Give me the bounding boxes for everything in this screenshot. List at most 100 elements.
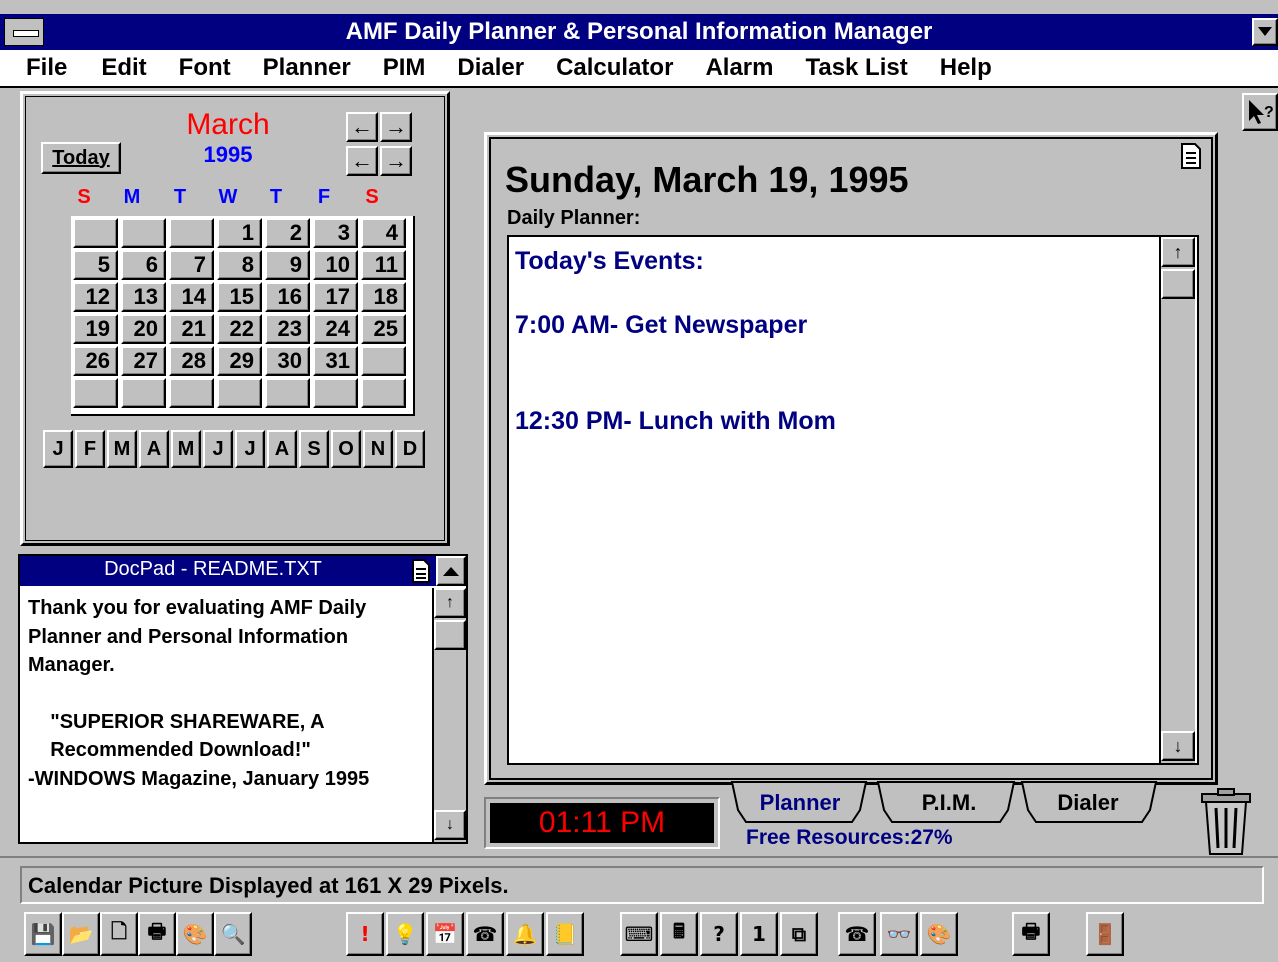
copy-pages-button[interactable]: ⧉ (780, 912, 818, 956)
tab-planner[interactable]: Planner (740, 790, 860, 816)
docpad-text[interactable]: Thank you for evaluating AMF Daily Plann… (28, 594, 432, 793)
menu-edit[interactable]: Edit (67, 54, 146, 82)
menu-help[interactable]: Help (908, 54, 992, 82)
calculator-button[interactable]: 🖩 (660, 912, 698, 956)
exit-door-button[interactable]: 🚪 (1086, 912, 1124, 956)
calendar-day[interactable]: 14 (169, 282, 214, 312)
menu-pim[interactable]: PIM (351, 54, 426, 82)
menu-calculator[interactable]: Calculator (524, 54, 673, 82)
printer2-button[interactable]: 🖶 (1012, 912, 1050, 956)
calendar-task-button[interactable]: 📅 (426, 912, 464, 956)
system-menu-button[interactable] (4, 18, 44, 46)
month-button[interactable]: N (363, 430, 393, 468)
calendar-day[interactable]: 5 (73, 250, 118, 280)
magnify-button[interactable]: 🔍 (214, 912, 252, 956)
open-folder-button[interactable]: 📂 (62, 912, 100, 956)
scroll-down-button[interactable]: ↓ (1161, 731, 1195, 761)
next-year-button[interactable]: → (380, 146, 412, 176)
calendar-day[interactable]: 18 (361, 282, 406, 312)
calendar-day[interactable]: 17 (313, 282, 358, 312)
menu-file[interactable]: File (0, 54, 67, 82)
prev-year-button[interactable]: ← (346, 146, 378, 176)
palette-button[interactable]: 🎨 (176, 912, 214, 956)
planner-text-area[interactable]: Today's Events: 7:00 AM- Get Newspaper 1… (507, 235, 1199, 765)
calendar-day[interactable]: 28 (169, 346, 214, 376)
month-button[interactable]: A (139, 430, 169, 468)
calendar-day[interactable]: 11 (361, 250, 406, 280)
calendar-day[interactable]: 15 (217, 282, 262, 312)
calendar-day[interactable]: 8 (217, 250, 262, 280)
calendar-day[interactable]: 23 (265, 314, 310, 344)
calendar-day[interactable]: 12 (73, 282, 118, 312)
month-button[interactable]: O (331, 430, 361, 468)
calendar-day[interactable]: 26 (73, 346, 118, 376)
month-button[interactable]: F (75, 430, 105, 468)
calendar-day[interactable]: 3 (313, 218, 358, 248)
calendar-day[interactable]: 1 (217, 218, 262, 248)
calendar-day[interactable]: 21 (169, 314, 214, 344)
new-document-button[interactable]: 🗋 (100, 912, 138, 956)
calendar-day[interactable]: 2 (265, 218, 310, 248)
menu-task-list[interactable]: Task List (773, 54, 907, 82)
bell-alarm-button[interactable]: 🔔 (506, 912, 544, 956)
calendar-day[interactable]: 25 (361, 314, 406, 344)
calendar-day[interactable]: 29 (217, 346, 262, 376)
calendar-day[interactable]: 7 (169, 250, 214, 280)
prev-month-button[interactable]: ← (346, 112, 378, 142)
month-button[interactable]: D (395, 430, 425, 468)
glasses-button[interactable]: 👓 (880, 912, 918, 956)
calendar-day[interactable]: 9 (265, 250, 310, 280)
menu-planner[interactable]: Planner (231, 54, 351, 82)
calendar-day[interactable]: 13 (121, 282, 166, 312)
calendar-day[interactable]: 16 (265, 282, 310, 312)
menu-font[interactable]: Font (147, 54, 231, 82)
typewriter-button[interactable]: ⌨ (620, 912, 658, 956)
tab-pim[interactable]: P.I.M. (884, 790, 1014, 816)
menu-dialer[interactable]: Dialer (425, 54, 524, 82)
month-button[interactable]: M (107, 430, 137, 468)
calendar-day[interactable]: 6 (121, 250, 166, 280)
context-help-button[interactable]: ? (1242, 93, 1278, 131)
calendar-day[interactable]: 30 (265, 346, 310, 376)
calendar-day[interactable]: 19 (73, 314, 118, 344)
today-button[interactable]: Today (41, 142, 121, 174)
calendar-day[interactable]: 27 (121, 346, 166, 376)
docpad-scrollbar[interactable]: ↑ ↓ (432, 588, 466, 842)
question-button[interactable]: ? (700, 912, 738, 956)
calendar-day[interactable]: 24 (313, 314, 358, 344)
month-button[interactable]: J (235, 430, 265, 468)
print-button[interactable]: 🖶 (138, 912, 176, 956)
scroll-up-button[interactable]: ↑ (1161, 237, 1195, 267)
month-button[interactable]: M (171, 430, 201, 468)
phone-dial-button[interactable]: ☎ (466, 912, 504, 956)
scroll-up-button[interactable]: ↑ (434, 588, 466, 618)
month-button[interactable]: J (203, 430, 233, 468)
lightbulb-button[interactable]: 💡 (386, 912, 424, 956)
phone-book-button[interactable]: 📒 (546, 912, 584, 956)
telephone-button[interactable]: ☎ (838, 912, 876, 956)
scroll-thumb[interactable] (434, 620, 466, 650)
month-button[interactable]: A (267, 430, 297, 468)
save-button[interactable]: 💾 (24, 912, 62, 956)
planner-scrollbar[interactable]: ↑ ↓ (1159, 237, 1195, 763)
calendar-day[interactable]: 10 (313, 250, 358, 280)
maximize-button[interactable] (1252, 18, 1278, 46)
month-button[interactable]: J (43, 430, 73, 468)
scroll-thumb[interactable] (1161, 269, 1195, 299)
calendar-day[interactable]: 22 (217, 314, 262, 344)
scroll-down-button[interactable]: ↓ (434, 810, 466, 840)
exclamation-button[interactable]: ! (346, 912, 384, 956)
palette2-button[interactable]: 🎨 (920, 912, 958, 956)
next-month-button[interactable]: → (380, 112, 412, 142)
notes-icon[interactable] (1181, 143, 1205, 171)
trash-can-icon[interactable] (1200, 788, 1254, 858)
calendar-day[interactable]: 31 (313, 346, 358, 376)
docpad-maximize-button[interactable] (436, 556, 466, 586)
day-calendar-button[interactable]: 1 (740, 912, 778, 956)
calendar-day[interactable]: 20 (121, 314, 166, 344)
month-button[interactable]: S (299, 430, 329, 468)
document-icon[interactable] (412, 559, 432, 583)
tab-dialer[interactable]: Dialer (1028, 790, 1148, 816)
calendar-day[interactable]: 4 (361, 218, 406, 248)
menu-alarm[interactable]: Alarm (673, 54, 773, 82)
